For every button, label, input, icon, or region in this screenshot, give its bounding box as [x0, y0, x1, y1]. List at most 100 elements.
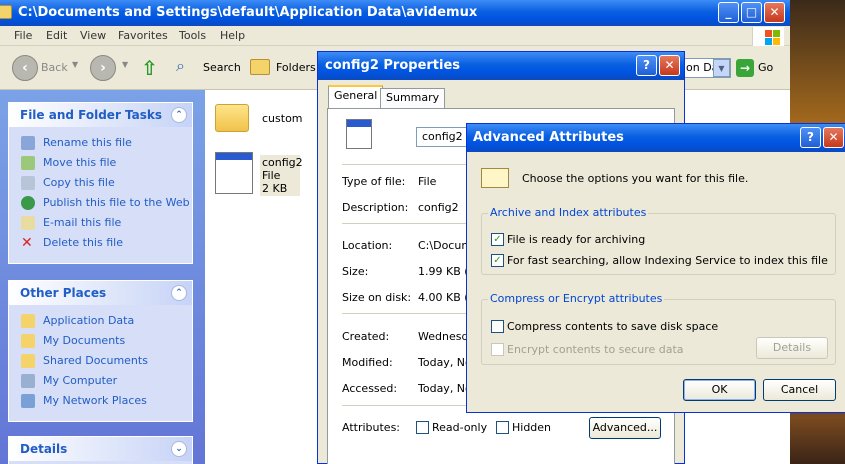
details-title: Details	[20, 442, 68, 456]
menu-tools[interactable]: Tools	[179, 29, 206, 42]
collapse-chevron-icon[interactable]: ⌃	[171, 107, 187, 123]
email-file-link[interactable]: E-mail this file	[9, 213, 192, 233]
search-button[interactable]: Search	[203, 61, 241, 74]
advanced-title: Advanced Attributes	[473, 130, 624, 145]
forward-dropdown-icon[interactable]: ▼	[122, 60, 128, 69]
other-places-title: Other Places	[20, 286, 107, 300]
file-type: File	[262, 169, 281, 182]
compress-label[interactable]: Compress contents to save disk space	[507, 320, 718, 333]
place-my-network[interactable]: My Network Places	[9, 391, 192, 411]
expand-chevron-icon[interactable]: ⌄	[171, 441, 187, 457]
archive-label[interactable]: File is ready for archiving	[507, 233, 645, 246]
description-label: Description:	[342, 201, 409, 214]
up-folder-icon[interactable]: ⇧	[141, 56, 158, 80]
publish-web-link[interactable]: Publish this file to the Web	[9, 193, 192, 213]
menu-favorites[interactable]: Favorites	[118, 29, 168, 42]
folders-button[interactable]: Folders	[276, 61, 316, 74]
properties-titlebar[interactable]: config2 Properties ? ✕	[318, 52, 684, 80]
details-header[interactable]: Details ⌄	[9, 437, 192, 461]
folder-icon	[21, 354, 35, 368]
go-arrow-icon[interactable]: →	[736, 59, 754, 77]
file-size: 2 KB	[262, 182, 288, 195]
description-value: config2	[418, 201, 459, 214]
menu-edit[interactable]: Edit	[46, 29, 67, 42]
folders-icon[interactable]	[250, 59, 270, 75]
place-shared-documents[interactable]: Shared Documents	[9, 351, 192, 371]
other-places-panel: Other Places ⌃ Application Data My Docum…	[8, 280, 193, 422]
help-button[interactable]: ?	[636, 55, 657, 76]
address-dropdown-icon[interactable]: ▼	[713, 59, 730, 77]
go-button[interactable]: Go	[758, 61, 773, 74]
windows-logo-icon	[752, 27, 784, 46]
tab-general[interactable]: General	[328, 85, 384, 108]
forward-arrow-icon[interactable]: ›	[90, 55, 116, 81]
globe-icon	[21, 196, 35, 210]
modified-label: Modified:	[342, 356, 393, 369]
file-name: config2	[262, 156, 303, 169]
cancel-button[interactable]: Cancel	[763, 379, 836, 401]
folder-name: custom	[262, 112, 303, 125]
type-value: File	[418, 175, 437, 188]
copy-file-link[interactable]: Copy this file	[9, 173, 192, 193]
menu-file[interactable]: File	[14, 29, 32, 42]
index-label[interactable]: For fast searching, allow Indexing Servi…	[507, 254, 828, 267]
ok-button[interactable]: OK	[683, 379, 756, 401]
place-my-documents[interactable]: My Documents	[9, 331, 192, 351]
compress-checkbox[interactable]	[491, 320, 504, 333]
search-icon[interactable]: ⌕	[176, 56, 185, 76]
other-places-header[interactable]: Other Places ⌃	[9, 281, 192, 305]
window-title: C:\Documents and Settings\default\Applic…	[18, 5, 478, 20]
rename-file-link[interactable]: Rename this file	[9, 133, 192, 153]
archive-checkbox[interactable]: ✓	[491, 233, 504, 246]
help-button[interactable]: ?	[800, 127, 821, 148]
tab-summary[interactable]: Summary	[380, 88, 446, 108]
size-on-disk-label: Size on disk:	[342, 291, 412, 304]
back-button-label[interactable]: Back	[41, 61, 68, 74]
readonly-checkbox[interactable]: ✓	[416, 421, 429, 434]
file-icon	[215, 152, 253, 194]
delete-file-link[interactable]: ✕ Delete this file	[9, 233, 192, 253]
file-folder-tasks-panel: File and Folder Tasks ⌃ Rename this file…	[8, 102, 193, 264]
place-my-computer[interactable]: My Computer	[9, 371, 192, 391]
back-arrow-icon[interactable]: ‹	[12, 55, 38, 81]
back-dropdown-icon[interactable]: ▼	[72, 60, 78, 69]
hidden-checkbox[interactable]: ✓	[496, 421, 509, 434]
folder-icon	[0, 5, 12, 19]
menu-view[interactable]: View	[80, 29, 106, 42]
compress-group-label: Compress or Encrypt attributes	[488, 292, 665, 305]
close-button[interactable]: ✕	[764, 2, 785, 23]
place-application-data[interactable]: Application Data	[9, 311, 192, 331]
properties-close-button[interactable]: ✕	[659, 55, 680, 76]
file-tasks-header[interactable]: File and Folder Tasks ⌃	[9, 103, 192, 127]
location-value: C:\Docum	[418, 239, 473, 252]
copy-icon	[21, 176, 35, 190]
details-panel: Details ⌄	[8, 436, 193, 464]
hidden-label[interactable]: Hidden	[512, 421, 551, 434]
advanced-titlebar[interactable]: Advanced Attributes ? ✕	[467, 124, 845, 152]
collapse-chevron-icon[interactable]: ⌃	[171, 285, 187, 301]
archive-index-group: Archive and Index attributes ✓ File is r…	[481, 206, 836, 275]
menu-help[interactable]: Help	[220, 29, 245, 42]
type-label: Type of file:	[342, 175, 406, 188]
advanced-attributes-dialog: Advanced Attributes ? ✕ Choose the optio…	[466, 123, 845, 413]
index-checkbox[interactable]: ✓	[491, 254, 504, 267]
file-label: config2 File 2 KB	[260, 155, 303, 196]
advanced-button[interactable]: Advanced...	[589, 417, 661, 439]
created-label: Created:	[342, 330, 390, 343]
minimize-button[interactable]: _	[718, 2, 739, 23]
explorer-titlebar[interactable]: C:\Documents and Settings\default\Applic…	[0, 0, 790, 26]
advanced-close-button[interactable]: ✕	[823, 127, 844, 148]
encrypt-checkbox	[491, 343, 504, 356]
readonly-label[interactable]: Read-only	[432, 421, 487, 434]
attributes-list-icon	[481, 168, 509, 188]
accessed-value: Today, No	[418, 382, 472, 395]
compress-encrypt-group: Compress or Encrypt attributes Compress …	[481, 292, 836, 365]
encrypt-label: Encrypt contents to secure data	[507, 343, 684, 356]
move-file-link[interactable]: Move this file	[9, 153, 192, 173]
folder-icon	[215, 104, 249, 132]
properties-title: config2 Properties	[325, 58, 461, 73]
file-tasks-title: File and Folder Tasks	[20, 108, 163, 122]
computer-icon	[21, 374, 35, 388]
location-label: Location:	[342, 239, 393, 252]
maximize-button[interactable]: □	[741, 2, 762, 23]
